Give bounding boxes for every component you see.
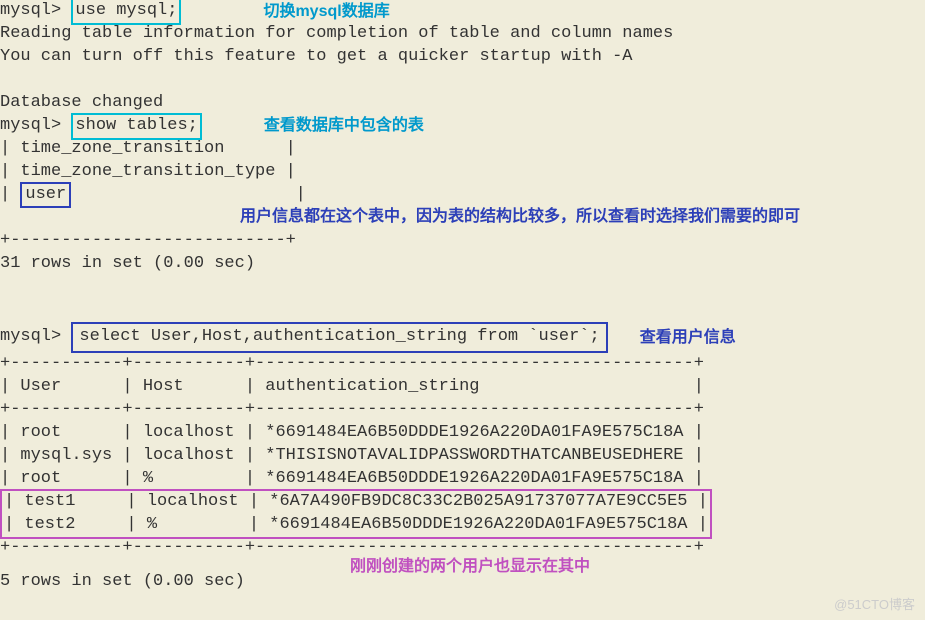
tables-row-tz-transition: | time_zone_transition | <box>0 138 925 161</box>
output-reading-1: Reading table information for completion… <box>0 23 925 46</box>
command-show-tables: show tables; <box>71 113 201 140</box>
result-row-test1: | test1 | localhost | *6A7A490FB9DC8C33C… <box>4 491 708 514</box>
command-select-user: select User,Host,authentication_string f… <box>71 322 607 353</box>
user-table-highlight: user <box>20 182 71 209</box>
watermark: @51CTO博客 <box>834 596 915 614</box>
command-use-mysql: use mysql; <box>71 0 181 25</box>
result-sep-top: +-----------+-----------+---------------… <box>0 353 925 376</box>
mysql-prompt: mysql> <box>0 327 61 346</box>
result-sep-mid: +-----------+-----------+---------------… <box>0 399 925 422</box>
mysql-prompt: mysql> <box>0 116 61 135</box>
result-header: | User | Host | authentication_string | <box>0 376 925 399</box>
command-line-1: mysql> use mysql; 切换mysql数据库 <box>0 0 925 23</box>
mysql-prompt: mysql> <box>0 1 61 20</box>
annotation-user-table-info: 用户信息都在这个表中，因为表的结构比较多，所以查看时选择我们需要的即可 <box>0 206 925 230</box>
tables-footer-sep: +---------------------------+ <box>0 230 925 253</box>
tables-row-tz-transition-type: | time_zone_transition_type | <box>0 161 925 184</box>
command-line-3: mysql> select User,Host,authentication_s… <box>0 322 925 353</box>
annotation-switch-db: 切换mysql数据库 <box>263 1 389 23</box>
result-row-mysqlsys: | mysql.sys | localhost | *THISISNOTAVAL… <box>0 445 925 468</box>
output-reading-2: You can turn off this feature to get a q… <box>0 46 925 69</box>
annotation-show-tables: 查看数据库中包含的表 <box>264 115 424 137</box>
output-db-changed: Database changed <box>0 92 925 115</box>
new-users-highlight-box: | test1 | localhost | *6A7A490FB9DC8C33C… <box>0 491 712 537</box>
result-row-root-any: | root | % | *6691484EA6B50DDDE1926A220D… <box>0 468 925 491</box>
command-line-2: mysql> show tables; 查看数据库中包含的表 <box>0 115 925 138</box>
tables-row-count: 31 rows in set (0.00 sec) <box>0 253 925 276</box>
result-row-test2: | test2 | % | *6691484EA6B50DDDE1926A220… <box>4 514 708 537</box>
result-row-root-localhost: | root | localhost | *6691484EA6B50DDDE1… <box>0 422 925 445</box>
tables-row-user: | user | <box>0 184 925 207</box>
annotation-view-user-info: 查看用户信息 <box>640 327 736 349</box>
